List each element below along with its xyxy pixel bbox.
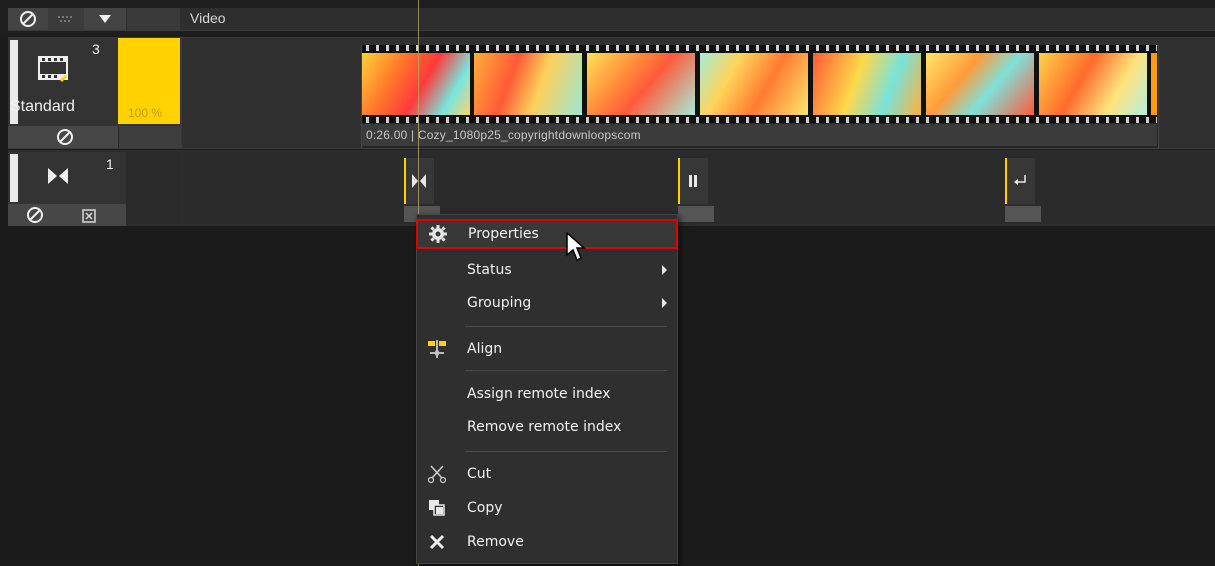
track-options-spacer (126, 152, 181, 224)
gear-icon (428, 224, 448, 244)
clip-frame (587, 53, 695, 115)
menu-item-cut[interactable]: Cut (417, 459, 677, 489)
transition-marker[interactable] (404, 158, 434, 204)
loop-marker[interactable] (1005, 158, 1035, 204)
scissors-icon (427, 464, 447, 484)
track-number: 1 (106, 156, 114, 172)
clip-caption: 0:26.00 | Cozy_1080p25_copyrightdownloop… (366, 128, 641, 142)
menu-item-label: Assign remote index (467, 386, 611, 402)
dropdown-triangle-icon[interactable] (84, 8, 127, 30)
copy-icon (427, 498, 447, 518)
menu-item-label: Properties (468, 226, 539, 242)
marker-handle[interactable] (678, 206, 714, 222)
track-number: 3 (92, 41, 100, 57)
no-sign-icon[interactable] (8, 8, 49, 30)
no-sign-icon[interactable] (26, 206, 44, 228)
align-icon (427, 339, 447, 359)
x-icon (427, 532, 447, 552)
menu-item-align[interactable]: Align (417, 334, 677, 364)
menu-item-label: Copy (467, 500, 503, 516)
submenu-arrow-icon (662, 298, 667, 308)
no-sign-icon[interactable] (56, 128, 74, 150)
track-mode-label: Standard (10, 98, 75, 115)
pause-icon (689, 175, 697, 187)
menu-item-remove-remote-index[interactable]: Remove remote index (417, 412, 677, 442)
menu-separator (465, 326, 667, 327)
marker-line (404, 158, 406, 204)
menu-item-label: Remove remote index (467, 419, 622, 435)
menu-item-label: Status (467, 262, 512, 278)
transition-icon (48, 168, 68, 188)
track-selection-bar (10, 154, 18, 202)
menu-item-assign-remote-index[interactable]: Assign remote index (417, 379, 677, 409)
clip-frame (1039, 53, 1147, 115)
marker-handle[interactable] (1005, 206, 1041, 222)
menu-item-grouping[interactable]: Grouping (417, 288, 677, 318)
context-menu: Properties Status Grouping Align Assign … (416, 214, 678, 564)
track-type-label: Video (190, 10, 226, 26)
marker-line (678, 158, 680, 204)
header-tools (8, 8, 180, 30)
menu-item-label: Cut (467, 466, 492, 482)
sprocket-row-bottom (362, 117, 1157, 123)
menu-separator (465, 370, 667, 371)
transition-icon (412, 174, 426, 188)
menu-item-label: Align (467, 341, 503, 357)
menu-item-status[interactable]: Status (417, 255, 677, 285)
menu-item-label: Remove (467, 534, 524, 550)
pause-marker[interactable] (678, 158, 708, 204)
track-volume-label: 100 % (128, 106, 163, 120)
sprocket-row-top (362, 45, 1157, 51)
track-options-spacer (118, 126, 181, 148)
clip-frame (813, 53, 921, 115)
clip-frame (926, 53, 1034, 115)
mouse-cursor-icon (566, 231, 586, 266)
menu-separator (465, 451, 667, 452)
clip-frame (700, 53, 808, 115)
marker-line (1005, 158, 1007, 204)
clip-frame (474, 53, 582, 115)
clip-filmstrip[interactable] (362, 45, 1157, 123)
flag-icon[interactable] (82, 208, 96, 227)
menu-item-label: Grouping (467, 295, 532, 311)
menu-item-remove[interactable]: Remove (417, 527, 677, 557)
grid-icon[interactable] (48, 8, 85, 30)
menu-item-copy[interactable]: Copy (417, 493, 677, 523)
submenu-arrow-icon (662, 265, 667, 275)
film-icon (38, 56, 70, 90)
clip-frame (1151, 53, 1157, 115)
clip-frame (362, 53, 470, 115)
return-icon (1014, 175, 1026, 185)
track-options-bar (8, 204, 126, 226)
menu-item-properties[interactable]: Properties (416, 219, 678, 249)
